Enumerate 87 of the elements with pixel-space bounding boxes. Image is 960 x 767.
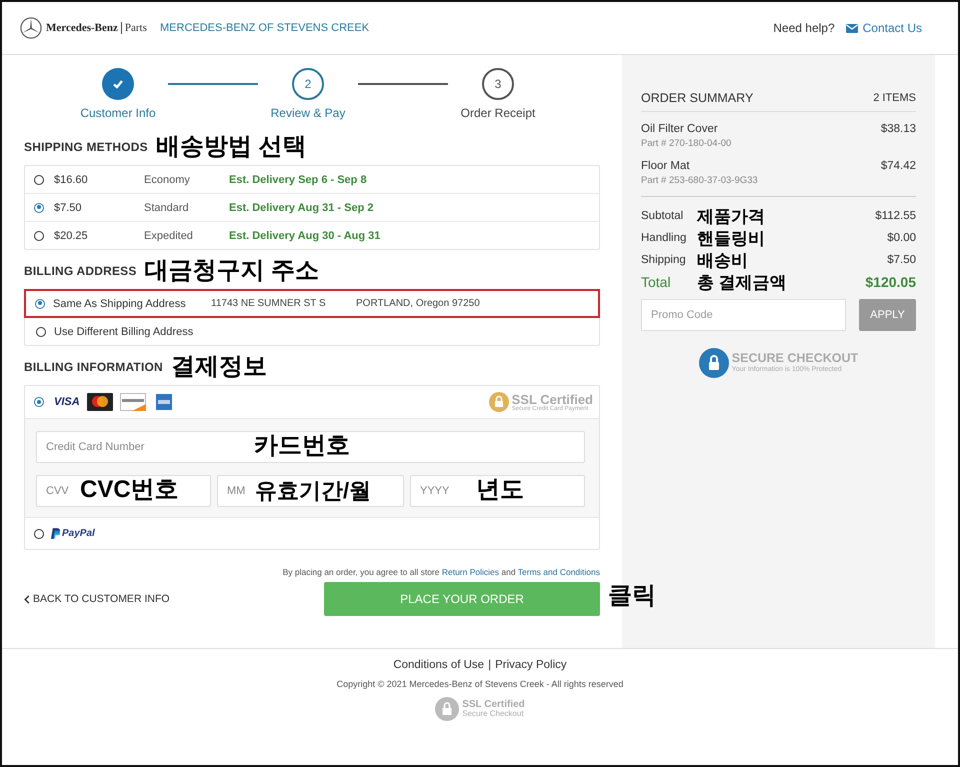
lock-icon <box>698 348 729 378</box>
annotation-text: 년도 <box>476 478 524 502</box>
annotation-text: 총 결제금액 <box>697 274 788 290</box>
item-name: Oil Filter Cover <box>641 123 719 135</box>
paypal-icon <box>51 528 60 539</box>
item-count: 2 ITEMS <box>873 92 916 104</box>
radio-button[interactable] <box>34 174 44 184</box>
shipping-price: $20.25 <box>54 230 89 242</box>
city-address: PORTLAND, Oregon 97250 <box>356 298 480 309</box>
summary-title: ORDER SUMMARY <box>641 91 754 105</box>
shipping-method: Economy <box>144 174 191 186</box>
item-name: Floor Mat <box>641 160 691 172</box>
shipping-price: $16.60 <box>54 174 89 186</box>
part-number: Part # 270-180-04-00 <box>641 138 732 149</box>
radio-button[interactable] <box>34 528 44 538</box>
annotation-text: 클릭 <box>608 584 656 608</box>
ssl-title: SSL Certified <box>462 700 525 710</box>
envelope-icon <box>846 24 858 32</box>
address-option: Use Different Billing Address <box>54 326 212 338</box>
star-logo-icon <box>20 17 42 39</box>
annotation-text: 결제정보 <box>170 355 267 379</box>
annotation-text: 제품가격 <box>697 208 766 224</box>
mastercard-icon <box>86 393 113 411</box>
total-value: $120.05 <box>865 274 916 290</box>
promo-code-field[interactable]: Promo Code <box>641 299 846 331</box>
total-label: Total <box>641 274 672 290</box>
radio-button[interactable] <box>34 397 44 407</box>
item-price: $38.13 <box>880 123 916 137</box>
apply-button[interactable]: APPLY <box>859 299 916 331</box>
section-title: BILLING ADDRESS <box>24 264 137 278</box>
copyright-text: Copyright © 2021 Mercedes-Benz of Stevens Creek - All rights reserved <box>336 679 624 689</box>
amex-card-icon <box>156 394 172 410</box>
brand-name: Mercedes-Benz <box>46 22 122 34</box>
step-label: Order Receipt <box>460 106 536 120</box>
footer-link[interactable]: Conditions of Use <box>393 659 484 671</box>
chevron-left-icon <box>24 594 30 604</box>
street-address: 11743 NE SUMNER ST S <box>211 298 327 309</box>
radio-button[interactable] <box>34 230 44 240</box>
contact-link[interactable]: Contact Us <box>862 21 922 35</box>
ssl-subtitle: Secure Checkout <box>462 710 525 718</box>
section-title: BILLING INFORMATION <box>24 360 163 374</box>
annotation-text: 대금청구지 주소 <box>144 259 320 283</box>
step-number: 3 <box>494 77 502 91</box>
footer-link[interactable]: Privacy Policy <box>495 659 567 671</box>
step-label: Customer Info <box>80 106 156 120</box>
annotation-text: 유효기간/월 <box>255 480 372 502</box>
shipping-method: Expedited <box>144 230 194 242</box>
section-title: SHIPPING METHODS <box>24 140 148 154</box>
annotation-text: CVC번호 <box>80 478 179 502</box>
discover-card-icon <box>120 393 146 411</box>
agreement-text: By placing an order, you agree to all store Return Policies and Terms and Conditions <box>282 567 600 577</box>
lock-icon <box>488 392 509 412</box>
total-value: $112.55 <box>875 210 916 222</box>
link-separator: | <box>488 659 492 671</box>
annotation-text: 핸들링비 <box>697 230 766 246</box>
paypal-logo: PayPal <box>62 528 95 539</box>
terms-link[interactable]: Terms and Conditions <box>518 567 600 577</box>
annotation-text: 카드번호 <box>254 434 350 458</box>
radio-button[interactable] <box>35 298 45 308</box>
part-number: Part # 253-680-37-03-9G33 <box>641 175 758 186</box>
step-label: Review & Pay <box>270 106 346 120</box>
visa-logo: VISA <box>54 396 80 408</box>
address-option: Same As Shipping Address <box>53 298 211 310</box>
delivery-estimate: Est. Delivery Aug 31 - Sep 2 <box>229 202 374 214</box>
delivery-estimate: Est. Delivery Sep 6 - Sep 8 <box>229 174 367 186</box>
shipping-price: $7.50 <box>54 202 83 214</box>
dealer-name[interactable]: MERCEDES-BENZ OF STEVENS CREEK <box>160 22 370 34</box>
back-link[interactable]: BACK TO CUSTOMER INFO <box>33 593 170 605</box>
item-price: $74.42 <box>880 160 916 174</box>
delivery-estimate: Est. Delivery Aug 30 - Aug 31 <box>229 230 380 242</box>
lock-icon <box>435 697 460 721</box>
shipping-method: Standard <box>144 202 190 214</box>
secure-checkout-title: SECURE CHECKOUT <box>732 352 858 366</box>
ssl-title: SSL Certified <box>512 392 593 406</box>
help-text: Need help? <box>773 21 835 35</box>
annotation-text: 배송방법 선택 <box>156 135 307 159</box>
step-number: 2 <box>304 77 312 91</box>
total-label: Shipping <box>641 254 687 266</box>
total-label: Subtotal <box>641 210 684 222</box>
total-value: $7.50 <box>887 254 916 266</box>
brand-subtitle: Parts <box>124 22 147 34</box>
total-value: $0.00 <box>887 232 916 244</box>
return-policies-link[interactable]: Return Policies <box>442 567 500 577</box>
total-label: Handling <box>641 232 688 244</box>
radio-button[interactable] <box>34 202 44 212</box>
annotation-text: 배송비 <box>697 252 749 268</box>
radio-button[interactable] <box>36 326 46 336</box>
